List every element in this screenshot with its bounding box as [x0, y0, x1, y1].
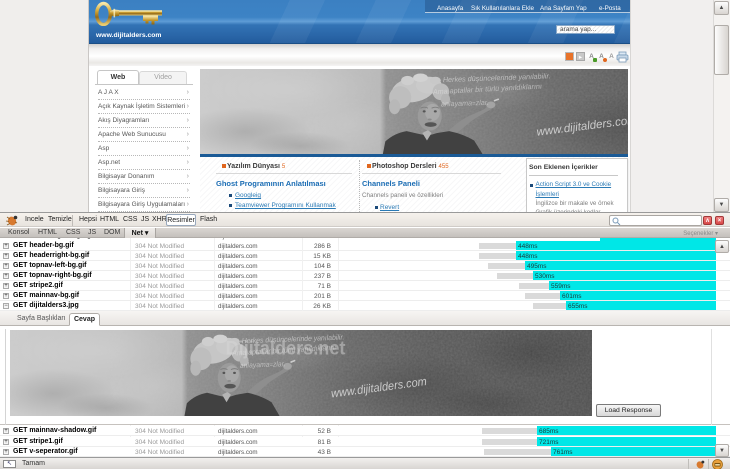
svg-text:anlayama=zlar.: anlayama=zlar. — [240, 360, 286, 370]
svg-text:anlayama=zlar.: anlayama=zlar. — [441, 98, 489, 109]
svg-text:Dijitalders.net: Dijitalders.net — [226, 337, 347, 359]
